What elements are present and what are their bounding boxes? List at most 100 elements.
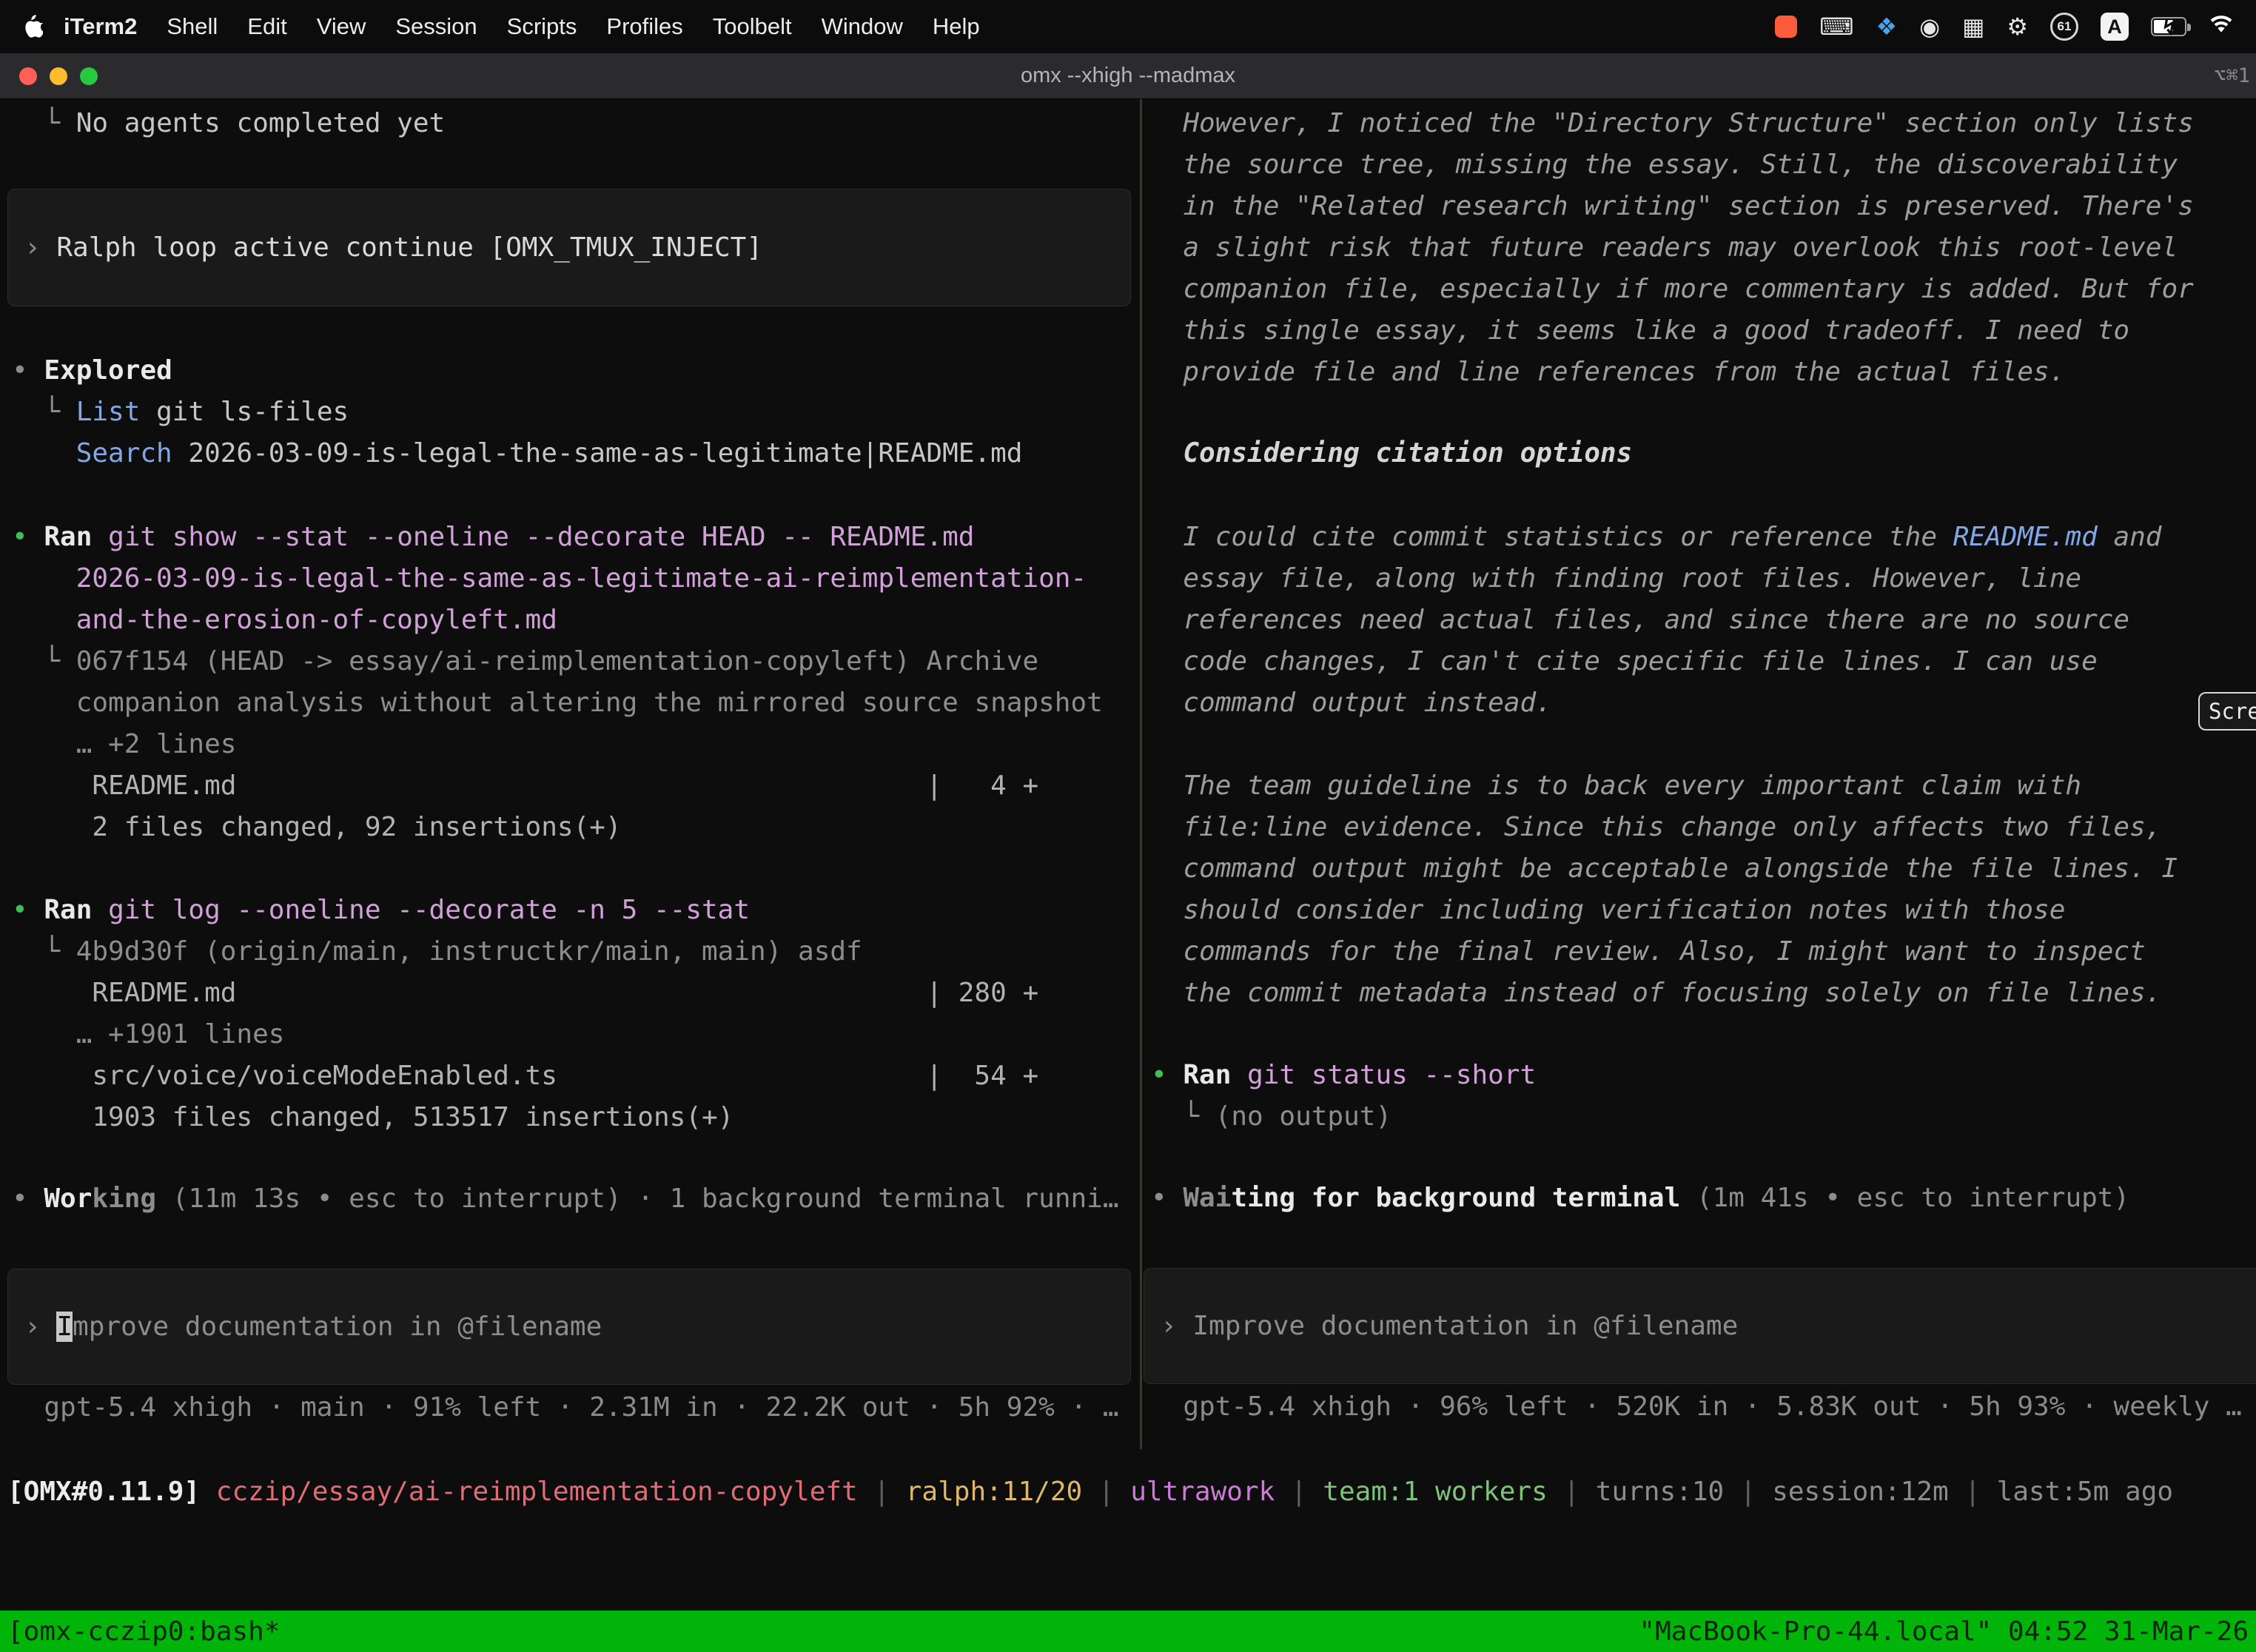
window-shortcut-hint: ⌥⌘1 [2214, 64, 2250, 87]
menu-view[interactable]: View [302, 13, 381, 40]
git-show-command-wrap1: 2026-03-09-is-legal-the-same-as-legitima… [12, 558, 1131, 600]
zoom-button[interactable] [80, 67, 98, 85]
docker-icon[interactable]: ❖ [1876, 15, 1897, 38]
thinking-heading: Considering citation options [1151, 433, 2244, 474]
omx-ralph-counter: ralph:11/20 [906, 1477, 1082, 1507]
menu-session[interactable]: Session [380, 13, 491, 40]
left-input-line: › Improve documentation in @filename [24, 1306, 602, 1348]
right-session-status: gpt-5.4 xhigh · 96% left · 520K in · 5.8… [1151, 1386, 2244, 1428]
ghost-text: mprove documentation in @filename [73, 1312, 602, 1342]
menu-scripts[interactable]: Scripts [492, 13, 592, 40]
window-titlebar: omx --xhigh --madmax ⌥⌘1 [0, 53, 2256, 99]
tool-keyword: Search [76, 438, 189, 469]
git-status-header: • Ran git status --short [1151, 1055, 2244, 1096]
working-label-bright: Wor [44, 1183, 92, 1214]
left-terminal-pane[interactable]: └ No agents completed yet › Ralph loop a… [0, 99, 1140, 1449]
explored-list-line: └ List git ls-files [12, 392, 1131, 433]
github-icon[interactable]: ◉ [1919, 15, 1940, 38]
tmux-session-window[interactable]: [omx-cczip0:bash* [7, 1616, 280, 1647]
working-detail: (11m 13s • esc to interrupt) · 1 backgro… [156, 1183, 1118, 1214]
omx-status-bar: [OMX#0.11.9] cczip/essay/ai-reimplementa… [0, 1471, 2256, 1513]
screen-edge-tab[interactable]: Scre [2198, 692, 2256, 731]
bullet: • [1151, 1183, 1183, 1213]
waiting-label-dim: Wai [1183, 1183, 1231, 1213]
thinking-paragraph-1: However, I noticed the "Directory Struct… [1151, 103, 2209, 393]
bullet: • [12, 355, 44, 386]
git-show-more-lines: … +2 lines [12, 724, 1131, 765]
thinking-paragraph-2: I could cite commit statistics or refere… [1151, 517, 2209, 724]
omx-version: [OMX#0.11.9] [7, 1477, 216, 1507]
keyboard-icon[interactable]: ⌨ [1819, 15, 1853, 38]
tmux-host-clock: "MacBook-Pro-44.local" 04:52 31-Mar-26 [1639, 1616, 2249, 1647]
menu-edit[interactable]: Edit [232, 13, 301, 40]
git-log-header: • Ran git log --oneline --decorate -n 5 … [12, 890, 1131, 931]
tree-branch-glyph: └ [44, 108, 75, 138]
git-log-stat-voice: src/voice/voiceModeEnabled.ts | 54 + [12, 1055, 1131, 1097]
apps-grid-icon[interactable]: ▦ [1962, 15, 1984, 38]
battery-icon[interactable]: ↯ [2151, 17, 2186, 36]
thinking-paragraph-3: The team guideline is to back every impo… [1151, 765, 2209, 1014]
wifi-icon[interactable] [2209, 13, 2234, 40]
menu-toolbelt[interactable]: Toolbelt [698, 13, 807, 40]
ghost-text: Improve documentation in @filename [1192, 1311, 1738, 1341]
green-bullet: • [12, 522, 44, 552]
left-prompt-input[interactable]: › Improve documentation in @filename [7, 1269, 1131, 1385]
right-terminal-pane[interactable]: However, I noticed the "Directory Struct… [1142, 99, 2256, 1449]
git-show-stat-readme: README.md | 4 + [12, 765, 1131, 807]
macos-menubar: iTerm2 Shell Edit View Session Scripts P… [0, 0, 2256, 53]
tree-branch-glyph: └ [44, 646, 75, 676]
inject-message-line: › Ralph loop active continue [OMX_TMUX_I… [24, 227, 762, 269]
menu-profiles[interactable]: Profiles [591, 13, 697, 40]
prompt-chevron: › [24, 1312, 56, 1342]
minimize-button[interactable] [50, 67, 67, 85]
omx-last-activity: last:5m ago [1997, 1477, 2173, 1507]
bullet: • [12, 1183, 44, 1214]
close-button[interactable] [19, 67, 37, 85]
waiting-detail: (1m 41s • esc to interrupt) [1680, 1183, 2129, 1213]
command-text: git show --stat --oneline --decorate HEA… [108, 522, 974, 552]
git-show-command-wrap2: and-the-erosion-of-copyleft.md [12, 600, 1131, 641]
waiting-label-bright: ting for background terminal [1231, 1183, 1680, 1213]
inject-message-box[interactable]: › Ralph loop active continue [OMX_TMUX_I… [7, 189, 1131, 306]
omx-branch: cczip/essay/ai-reimplementation-copyleft [216, 1477, 858, 1507]
omx-turns: turns:10 [1596, 1477, 1724, 1507]
menu-help[interactable]: Help [918, 13, 995, 40]
command-text: git log --oneline --decorate -n 5 --stat [108, 895, 750, 925]
left-session-status: gpt-5.4 xhigh · main · 91% left · 2.31M … [12, 1387, 1131, 1428]
git-log-more-lines: … +1901 lines [12, 1014, 1131, 1055]
omx-mode: ultrawork [1130, 1477, 1275, 1507]
apple-logo-icon[interactable] [22, 15, 43, 38]
tool-keyword: List [76, 397, 156, 427]
agents-note-line: └ No agents completed yet [12, 103, 1131, 144]
omx-session-time: session:12m [1772, 1477, 1948, 1507]
letter-a-icon[interactable]: A [2101, 13, 2129, 41]
working-status-line: • Working (11m 13s • esc to interrupt) ·… [12, 1178, 1131, 1220]
prompt-chevron: › [24, 232, 56, 263]
menu-shell[interactable]: Shell [152, 13, 232, 40]
git-show-output-2: companion analysis without altering the … [12, 682, 1131, 724]
tree-branch-glyph: └ [44, 936, 75, 967]
traffic-lights [19, 67, 98, 85]
git-log-summary: 1903 files changed, 513517 insertions(+) [12, 1097, 1131, 1138]
command-text: git status --short [1247, 1060, 1536, 1090]
right-prompt-input[interactable]: › Improve documentation in @filename [1144, 1268, 2256, 1384]
prompt-chevron: › [1161, 1311, 1192, 1341]
git-log-output-1: └ 4b9d30f (origin/main, instructkr/main,… [12, 931, 1131, 973]
green-bullet: • [1151, 1060, 1183, 1090]
working-label-dim: king [92, 1183, 156, 1214]
menubar-app-name[interactable]: iTerm2 [53, 13, 152, 40]
waiting-status-line: • Waiting for background terminal (1m 41… [1151, 1178, 2244, 1219]
tree-branch-glyph: └ [44, 397, 75, 427]
screen-recording-indicator-icon[interactable] [1775, 16, 1797, 38]
text-cursor: I [56, 1312, 73, 1342]
menu-window[interactable]: Window [807, 13, 918, 40]
right-input-line: › Improve documentation in @filename [1161, 1306, 1738, 1347]
git-status-output: └ (no output) [1151, 1096, 2244, 1138]
window-title: omx --xhigh --madmax [0, 64, 2256, 88]
battery-percentage-badge[interactable]: 61 [2050, 13, 2078, 41]
readme-link[interactable]: README.md [1953, 522, 2098, 552]
explored-header: • Explored [12, 350, 1131, 392]
charging-bolt-icon: ↯ [2161, 16, 2178, 40]
gear-icon[interactable]: ⚙ [2007, 15, 2028, 38]
terminal-split: └ No agents completed yet › Ralph loop a… [0, 99, 2256, 1449]
